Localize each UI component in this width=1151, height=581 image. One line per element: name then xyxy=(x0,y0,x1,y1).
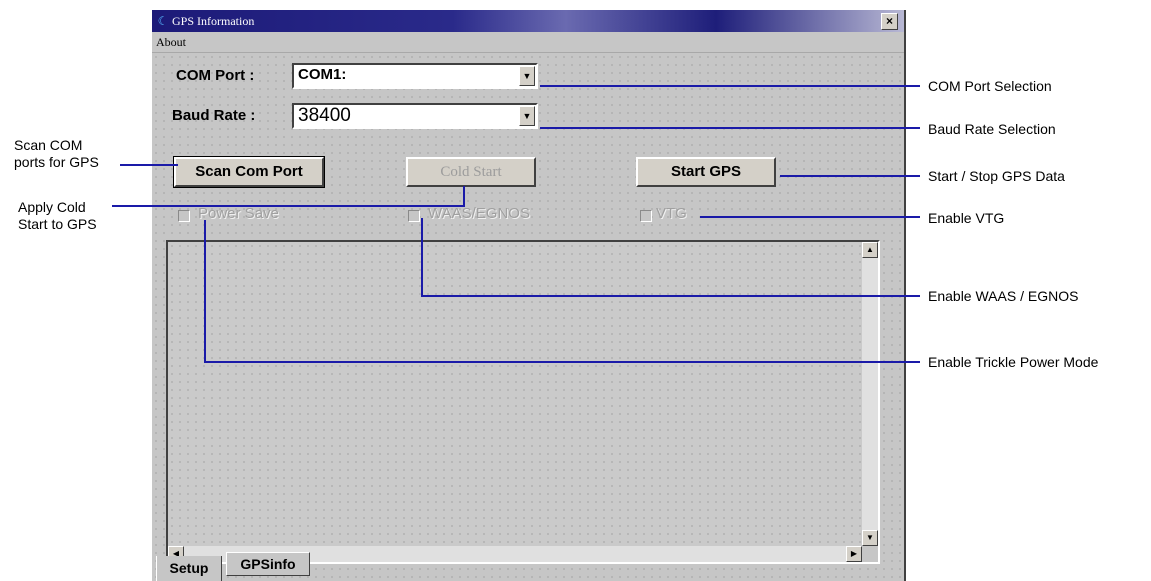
annotation-trickle: Enable Trickle Power Mode xyxy=(928,354,1099,370)
gps-information-window: ☾ GPS Information × About COM Port : COM… xyxy=(150,10,906,581)
tab-setup[interactable]: Setup xyxy=(156,556,222,581)
screenshot-page: ☾ GPS Information × About COM Port : COM… xyxy=(0,0,1151,581)
satellite-icon: ☾ xyxy=(157,14,169,28)
vtg-label: VTG xyxy=(656,205,687,222)
com-port-select[interactable]: COM1: ▼ xyxy=(292,63,538,89)
baud-rate-value: 38400 xyxy=(298,105,351,126)
annotation-com-port: COM Port Selection xyxy=(928,78,1052,94)
com-port-value: COM1: xyxy=(298,66,347,83)
scrollbar-corner xyxy=(862,546,878,562)
chevron-down-icon[interactable]: ▼ xyxy=(519,66,535,86)
waas-egnos-checkbox[interactable] xyxy=(408,210,420,222)
close-button[interactable]: × xyxy=(881,13,898,30)
annotation-vtg: Enable VTG xyxy=(928,210,1005,226)
annotation-scan: Scan COM ports for GPS xyxy=(14,137,99,170)
com-port-label: COM Port : xyxy=(176,67,255,84)
arrow-down-icon[interactable]: ▼ xyxy=(862,530,878,546)
window-title: GPS Information xyxy=(172,14,255,28)
baud-rate-select[interactable]: 38400 ▼ xyxy=(292,103,538,129)
power-save-label: Power Save xyxy=(198,205,279,222)
annotation-waas: Enable WAAS / EGNOS xyxy=(928,288,1079,304)
chevron-down-icon[interactable]: ▼ xyxy=(519,106,535,126)
output-text-area[interactable]: ▲ ▼ ◀ ▶ xyxy=(166,240,880,564)
menu-bar: About xyxy=(152,32,904,52)
tab-gpsinfo[interactable]: GPSinfo xyxy=(226,552,310,576)
annotation-start-stop: Start / Stop GPS Data xyxy=(928,168,1065,184)
waas-egnos-label: WAAS/EGNOS xyxy=(428,205,530,222)
menu-item-about[interactable]: About xyxy=(156,35,186,50)
start-gps-button[interactable]: Start GPS xyxy=(636,157,776,187)
vertical-scrollbar[interactable]: ▲ ▼ xyxy=(862,242,878,546)
vtg-checkbox[interactable] xyxy=(640,210,652,222)
power-save-checkbox[interactable] xyxy=(178,210,190,222)
arrow-up-icon[interactable]: ▲ xyxy=(862,242,878,258)
annotation-cold-start: Apply Cold Start to GPS xyxy=(18,199,97,232)
scan-com-port-button[interactable]: Scan Com Port xyxy=(173,156,325,188)
annotation-baud-rate: Baud Rate Selection xyxy=(928,121,1056,137)
cold-start-button[interactable]: Cold Start xyxy=(406,157,536,187)
baud-rate-label: Baud Rate : xyxy=(172,107,256,124)
title-bar[interactable]: ☾ GPS Information × xyxy=(152,10,904,32)
arrow-right-icon[interactable]: ▶ xyxy=(846,546,862,562)
